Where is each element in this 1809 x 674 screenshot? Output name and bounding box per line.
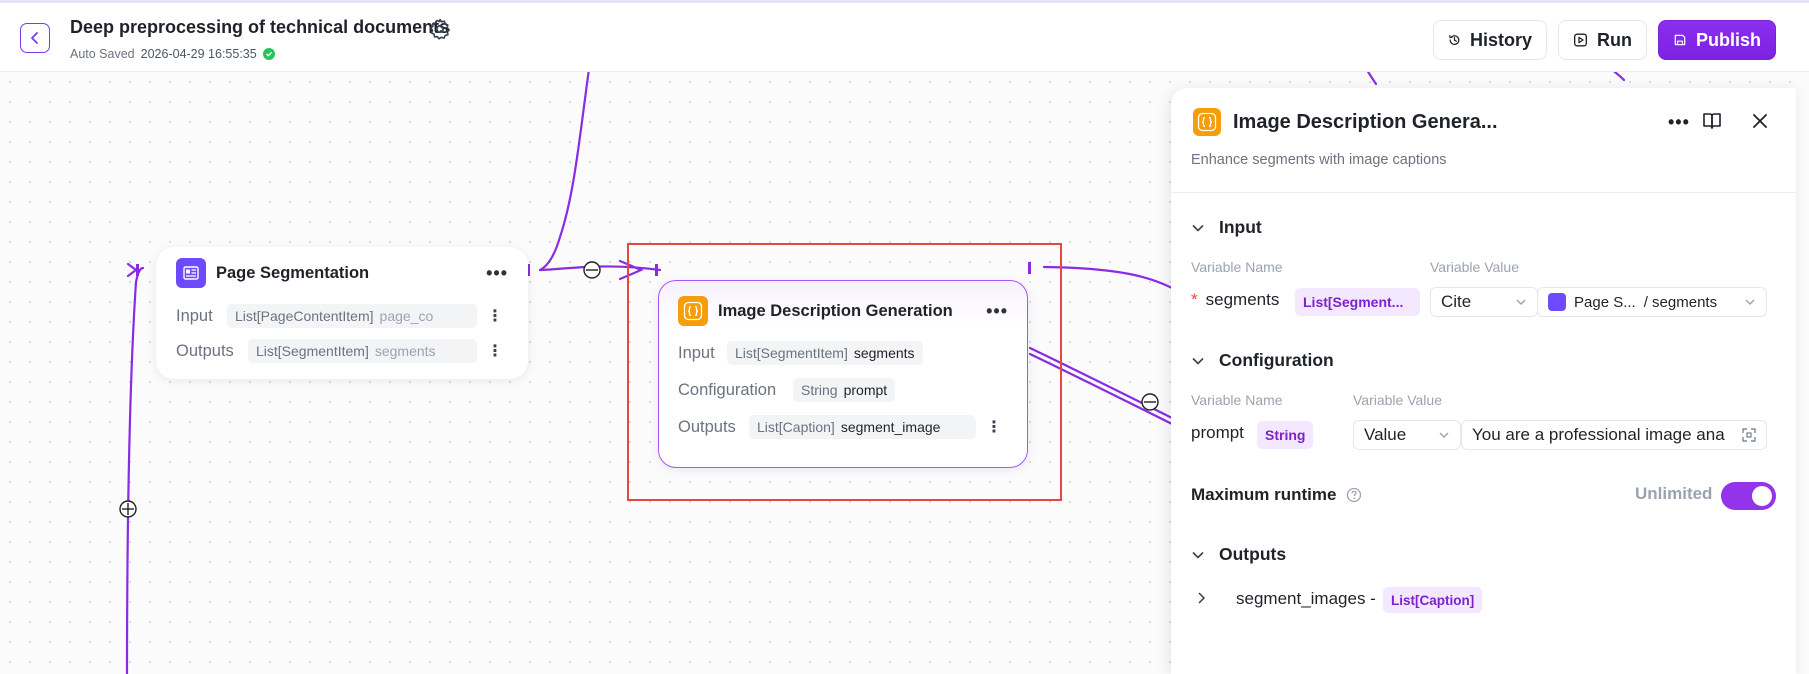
output-var: segments [374, 343, 436, 359]
more-options-icon[interactable]: ••• [1668, 112, 1690, 133]
history-icon [1449, 34, 1460, 45]
panel-divider [1171, 192, 1796, 193]
autosave-label: Auto Saved [70, 47, 135, 61]
back-button[interactable] [20, 23, 50, 53]
node-detail-panel: Image Description Genera... ••• Enhance … [1171, 88, 1796, 674]
prompt-value: You are a professional image ana [1472, 425, 1725, 444]
input-source-select[interactable]: Page S... / segments [1537, 287, 1767, 317]
node-title: Page Segmentation [216, 263, 370, 282]
braces-code-icon [1193, 108, 1221, 136]
outputs-section-label: Outputs [1219, 544, 1287, 564]
input-type: List[PageContentItem] [235, 308, 374, 324]
chevron-down-icon [1192, 551, 1204, 559]
runtime-toggle[interactable] [1721, 482, 1776, 510]
max-runtime-label: Maximum runtime [1191, 485, 1337, 504]
config-mode-value: Value [1364, 425, 1407, 444]
autosave-status: Auto Saved 2026-04-29 16:55:35 [70, 47, 275, 61]
prompt-value-input[interactable]: You are a professional image ana [1461, 420, 1767, 450]
input-var-name: segments [1205, 290, 1280, 309]
chevron-down-icon [1516, 299, 1526, 305]
chevron-right-icon[interactable] [1196, 591, 1208, 605]
variable-value-label: Variable Value [1353, 392, 1442, 408]
config-type-tag: String [1257, 421, 1314, 449]
edge-top-right-a [1366, 72, 1378, 86]
edge-arrow-left [126, 262, 138, 278]
chevron-down-icon [1439, 432, 1449, 438]
input-mode-select[interactable]: Cite [1430, 287, 1538, 317]
input-var: page_co [379, 308, 434, 324]
history-label: History [1469, 29, 1532, 50]
variable-name-label: Variable Name [1191, 392, 1283, 408]
check-circle-icon [262, 48, 275, 60]
output-chip: List[SegmentItem] segments [248, 339, 477, 363]
input-chip: List[PageContentItem] page_co [227, 304, 477, 328]
output-var-name: segment_images - [1236, 589, 1376, 608]
settings-gear-icon[interactable] [428, 17, 452, 41]
panel-subtitle: Enhance segments with image captions [1191, 152, 1447, 168]
config-var-name: prompt [1191, 423, 1244, 442]
panel-title: Image Description Genera... [1233, 110, 1498, 133]
more-options-icon[interactable]: ••• [486, 263, 508, 284]
variable-name-label: Variable Name [1191, 259, 1283, 275]
top-bar: Deep preprocessing of technical document… [0, 0, 1809, 72]
publish-label: Publish [1695, 29, 1761, 50]
configuration-section-header[interactable]: Configuration [1191, 350, 1334, 371]
outputs-label: Outputs [176, 341, 234, 360]
selection-highlight [627, 243, 1062, 501]
node-page-segmentation[interactable]: Page Segmentation ••• Input List[PageCon… [156, 247, 528, 379]
history-button[interactable]: History [1433, 20, 1547, 60]
workflow-title: Deep preprocessing of technical document… [70, 17, 450, 37]
output-type-tag: List[Caption] [1383, 587, 1483, 613]
required-mark: * [1191, 290, 1198, 309]
chevron-down-icon [1192, 357, 1204, 365]
output-type: List[SegmentItem] [256, 343, 369, 359]
close-icon[interactable] [1752, 113, 1768, 129]
input-var-row: * segments [1191, 290, 1279, 310]
config-mode-select[interactable]: Value [1353, 420, 1461, 450]
edge-top-right-b [1613, 72, 1626, 82]
outputs-section-header[interactable]: Outputs [1191, 544, 1286, 565]
run-label: Run [1597, 29, 1632, 50]
chevron-left-icon [31, 32, 38, 44]
input-menu-icon[interactable]: ⋮ [487, 306, 503, 326]
publish-button[interactable]: Publish [1658, 20, 1776, 60]
edge-image-out-right [1042, 265, 1174, 290]
configuration-section-label: Configuration [1219, 350, 1334, 370]
max-runtime-row: Maximum runtime [1191, 485, 1362, 505]
input-type-tag: List[Segment... [1295, 288, 1420, 316]
book-open-icon[interactable] [1702, 112, 1722, 130]
input-section-header[interactable]: Input [1191, 217, 1262, 238]
save-icon [1674, 34, 1686, 46]
source-path: / segments [1643, 293, 1718, 311]
edge-left-vertical [125, 266, 145, 674]
chevron-down-icon [1192, 224, 1204, 232]
variable-value-label: Variable Value [1430, 259, 1519, 275]
segmentation-icon [1548, 293, 1566, 311]
help-icon[interactable] [1346, 487, 1362, 503]
segmentation-icon [176, 258, 206, 288]
port-seg-left [136, 264, 139, 276]
edge-top-to-segmentation [538, 72, 590, 272]
input-mode-value: Cite [1441, 292, 1472, 311]
expand-icon[interactable] [1742, 428, 1756, 442]
chevron-down-icon [1745, 299, 1755, 305]
input-label: Input [176, 306, 213, 325]
output-menu-icon[interactable]: ⋮ [487, 341, 503, 361]
input-section-label: Input [1219, 217, 1262, 237]
run-button[interactable]: Run [1558, 20, 1647, 60]
autosave-time: 2026-04-29 16:55:35 [140, 47, 257, 61]
source-node: Page S... [1574, 293, 1636, 311]
play-icon [1574, 33, 1587, 47]
runtime-value: Unlimited [1635, 484, 1713, 503]
